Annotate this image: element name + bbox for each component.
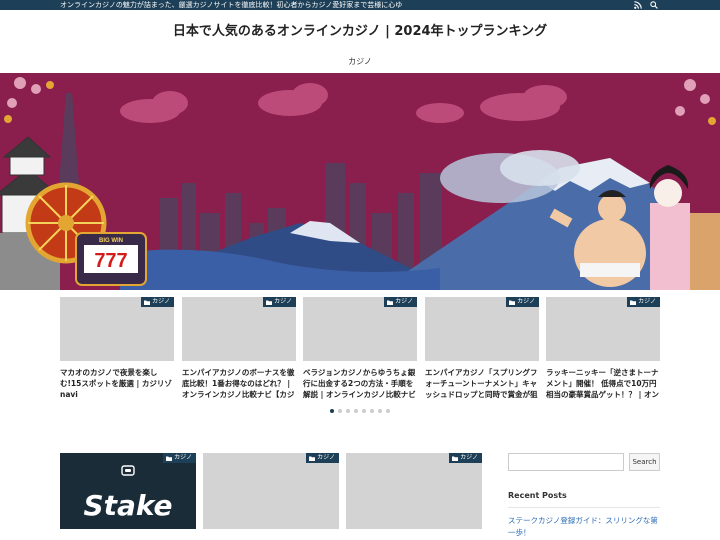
search-icon[interactable]	[650, 1, 658, 9]
card-thumbnail[interactable]: カジノ	[546, 297, 660, 361]
card-title[interactable]: マカオのカジノで夜景を楽しむ!15スポットを厳選 | カジリゾnavi	[60, 367, 174, 400]
recent-post-link[interactable]: ステークカジノ登録ガイド：スリリングな第一歩！	[508, 515, 660, 539]
category-badge[interactable]: カジノ	[627, 297, 660, 307]
carousel-dot[interactable]	[354, 409, 358, 413]
folder-icon	[630, 300, 637, 305]
category-label: カジノ	[274, 298, 292, 305]
stake-logo: Stake	[83, 465, 173, 522]
stake-logo-text: Stake	[83, 489, 172, 522]
post-card[interactable]: カジノ	[346, 453, 482, 529]
site-title[interactable]: 日本で人気のあるオンラインカジノ | 2024年トップランキング	[0, 22, 720, 42]
carousel-pagination	[0, 409, 720, 413]
top-bar-icons	[634, 0, 658, 10]
card-thumbnail[interactable]: カジノ	[60, 297, 174, 361]
nav-item-casino[interactable]: カジノ	[348, 57, 372, 66]
search-button[interactable]: Search	[629, 453, 660, 471]
card-title[interactable]: エンパイアカジノのボーナスを徹底比較！1番お得なのはどれ？ | オンラインカジノ…	[182, 367, 296, 400]
carousel-card[interactable]: カジノ ベラジョンカジノからゆうちょ銀行に出金する2つの方法・手順を解説 | オ…	[303, 297, 417, 400]
rss-icon[interactable]	[634, 1, 642, 9]
slot-sign: BIG WIN	[99, 238, 123, 244]
category-badge[interactable]: カジノ	[141, 297, 174, 307]
search-input[interactable]	[508, 453, 624, 471]
carousel-dot[interactable]	[338, 409, 342, 413]
card-thumbnail[interactable]: カジノ	[182, 297, 296, 361]
carousel-dot[interactable]	[362, 409, 366, 413]
category-badge[interactable]: カジノ	[449, 453, 482, 463]
card-title[interactable]: エンパイアカジノ「スプリングフォーチューントーナメント」キャッシュドロップと同時…	[425, 367, 539, 400]
category-label: カジノ	[152, 298, 170, 305]
card-thumbnail[interactable]: カジノ	[425, 297, 539, 361]
slot-digits: 777	[94, 250, 127, 272]
category-label: カジノ	[460, 454, 478, 461]
folder-icon	[309, 456, 316, 461]
category-badge[interactable]: カジノ	[306, 453, 339, 463]
category-label: カジノ	[638, 298, 656, 305]
carousel-dot[interactable]	[346, 409, 350, 413]
category-label: カジノ	[317, 454, 335, 461]
card-title[interactable]: ベラジョンカジノからゆうちょ銀行に出金する2つの方法・手順を解説 | オンライン…	[303, 367, 417, 400]
carousel-dot[interactable]	[370, 409, 374, 413]
folder-icon	[452, 456, 459, 461]
carousel-card[interactable]: カジノ マカオのカジノで夜景を楽しむ!15スポットを厳選 | カジリゾnavi	[60, 297, 174, 400]
category-label: カジノ	[395, 298, 413, 305]
card-title[interactable]: ラッキーニッキー「逆さまトーナメント」開催！ 低得点で10万円相当の豪華賞品ゲッ…	[546, 367, 660, 400]
hero-banner: BIG WIN 777	[0, 73, 720, 290]
folder-icon	[266, 300, 273, 305]
widget-divider	[508, 507, 660, 508]
category-label: カジノ	[517, 298, 535, 305]
folder-icon	[387, 300, 394, 305]
folder-icon	[509, 300, 516, 305]
carousel-card[interactable]: カジノ ラッキーニッキー「逆さまトーナメント」開催！ 低得点で10万円相当の豪華…	[546, 297, 660, 400]
carousel-dot[interactable]	[330, 409, 334, 413]
post-card[interactable]: カジノ Stake	[60, 453, 196, 529]
category-badge[interactable]: カジノ	[506, 297, 539, 307]
main-nav: カジノ	[0, 56, 720, 67]
card-thumbnail[interactable]: カジノ	[303, 297, 417, 361]
carousel-dot[interactable]	[386, 409, 390, 413]
carousel-card[interactable]: カジノ エンパイアカジノのボーナスを徹底比較！1番お得なのはどれ？ | オンライ…	[182, 297, 296, 400]
category-badge[interactable]: カジノ	[263, 297, 296, 307]
top-bar: オンラインカジノの魅力が詰まった、厳選カジノサイトを徹底比較！初心者からカジノ愛…	[0, 0, 720, 10]
folder-icon	[144, 300, 151, 305]
featured-carousel: カジノ マカオのカジノで夜景を楽しむ!15スポットを厳選 | カジリゾnavi …	[60, 297, 660, 407]
site-tagline: オンラインカジノの魅力が詰まった、厳選カジノサイトを徹底比較！初心者からカジノ愛…	[60, 1, 403, 9]
recent-posts-title: Recent Posts	[508, 491, 567, 500]
category-badge[interactable]: カジノ	[384, 297, 417, 307]
carousel-card[interactable]: カジノ エンパイアカジノ「スプリングフォーチューントーナメント」キャッシュドロッ…	[425, 297, 539, 400]
post-card[interactable]: カジノ	[203, 453, 339, 529]
carousel-dot[interactable]	[378, 409, 382, 413]
